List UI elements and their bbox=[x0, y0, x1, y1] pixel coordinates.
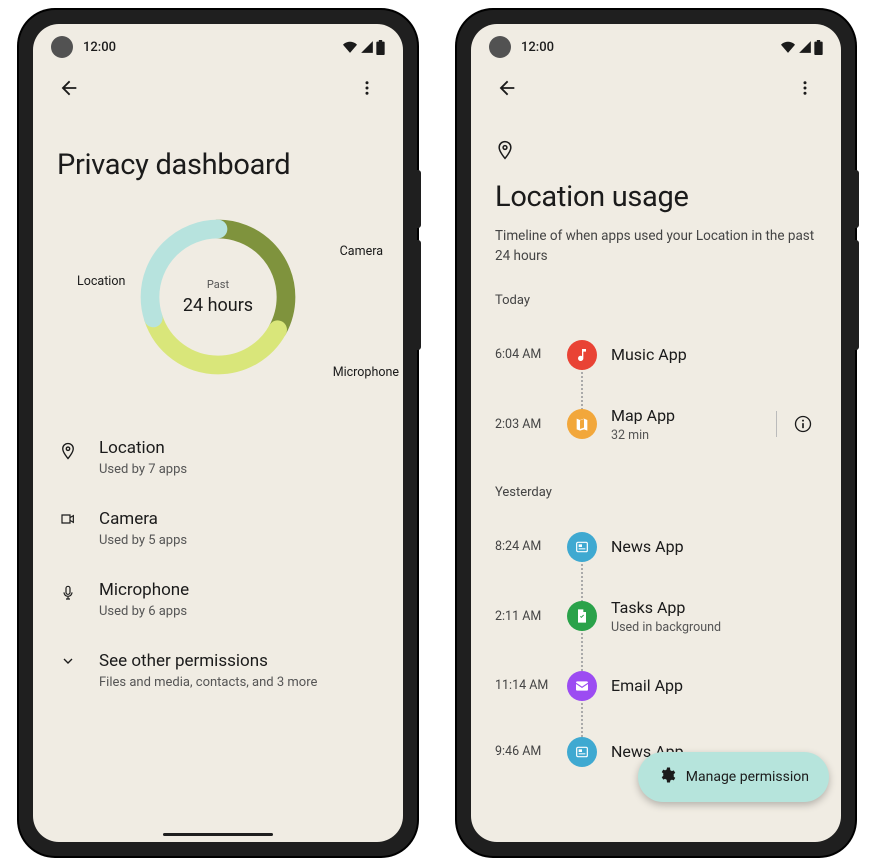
row-title: See other permissions bbox=[99, 651, 317, 671]
timeline-time: 9:46 AM bbox=[495, 744, 553, 759]
timeline-row-music[interactable]: 6:04 AM Music App bbox=[495, 334, 817, 376]
timeline-app-name: Map App bbox=[611, 406, 760, 425]
row-title: Camera bbox=[99, 509, 187, 529]
file-icon bbox=[574, 608, 590, 624]
usage-donut-chart: Camera Location Microphone Past 24 hours bbox=[57, 212, 379, 382]
chart-label-location: Location bbox=[77, 274, 125, 289]
row-subtitle: Used by 6 apps bbox=[99, 604, 189, 619]
info-button[interactable] bbox=[789, 410, 817, 438]
timeline-time: 6:04 AM bbox=[495, 347, 553, 362]
row-title: Location bbox=[99, 438, 187, 458]
row-subtitle: Used by 7 apps bbox=[99, 462, 187, 477]
timeline-time: 8:24 AM bbox=[495, 539, 553, 554]
more-vert-icon bbox=[796, 79, 814, 97]
phone-location-usage: 12:00 Location usage Timeline of when ap… bbox=[457, 10, 855, 856]
timeline-app-name: Email App bbox=[611, 676, 817, 695]
app-icon-news bbox=[567, 737, 597, 767]
chart-center-value: 24 hours bbox=[183, 295, 253, 316]
manage-permission-button[interactable]: Manage permission bbox=[638, 752, 829, 802]
news-icon bbox=[574, 539, 590, 555]
permission-row-microphone[interactable]: Microphone Used by 6 apps bbox=[57, 564, 379, 635]
phone-side-button bbox=[417, 240, 421, 350]
app-bar bbox=[33, 64, 403, 112]
location-pin-icon bbox=[495, 138, 817, 166]
permission-row-camera[interactable]: Camera Used by 5 apps bbox=[57, 493, 379, 564]
phone-privacy-dashboard: 12:00 Privacy d bbox=[19, 10, 417, 856]
phone-side-button bbox=[855, 240, 859, 350]
phone-side-button bbox=[855, 170, 859, 228]
app-icon-email bbox=[567, 671, 597, 701]
timeline-row-news[interactable]: 8:24 AM News App bbox=[495, 526, 817, 568]
wifi-icon bbox=[342, 40, 358, 54]
location-pin-icon bbox=[57, 438, 79, 462]
timeline-time: 2:03 AM bbox=[495, 417, 553, 432]
gear-icon bbox=[658, 766, 676, 788]
arrow-back-icon bbox=[58, 77, 80, 99]
arrow-back-icon bbox=[496, 77, 518, 99]
status-bar: 12:00 bbox=[33, 24, 403, 64]
back-button[interactable] bbox=[51, 70, 87, 106]
timeline-row-email[interactable]: 11:14 AM Email App bbox=[495, 665, 817, 707]
timeline-row-map[interactable]: 2:03 AM Map App 32 min bbox=[495, 400, 817, 449]
page-title: Privacy dashboard bbox=[57, 148, 379, 182]
microphone-icon bbox=[57, 580, 79, 604]
battery-icon bbox=[376, 40, 385, 55]
info-icon bbox=[793, 414, 813, 434]
back-button[interactable] bbox=[489, 70, 525, 106]
timeline-app-name: Music App bbox=[611, 345, 817, 364]
map-icon bbox=[574, 416, 590, 432]
permission-row-other[interactable]: See other permissions Files and media, c… bbox=[57, 635, 379, 706]
chart-center-caption: Past bbox=[207, 278, 229, 291]
timeline-app-name: Tasks App bbox=[611, 598, 817, 617]
status-time: 12:00 bbox=[521, 40, 554, 55]
row-subtitle: Files and media, contacts, and 3 more bbox=[99, 675, 317, 690]
section-header-today: Today bbox=[495, 293, 817, 308]
signal-icon bbox=[798, 40, 812, 54]
permission-row-location[interactable]: Location Used by 7 apps bbox=[57, 422, 379, 493]
divider bbox=[776, 411, 777, 437]
timeline-app-name: News App bbox=[611, 537, 817, 556]
timeline-time: 11:14 AM bbox=[495, 678, 553, 693]
app-bar bbox=[471, 64, 841, 112]
wifi-icon bbox=[780, 40, 796, 54]
manage-permission-label: Manage permission bbox=[686, 769, 809, 785]
app-icon-news bbox=[567, 532, 597, 562]
news-icon bbox=[574, 744, 590, 760]
mail-icon bbox=[574, 678, 590, 694]
page-title: Location usage bbox=[495, 180, 817, 214]
timeline-app-sub: Used in background bbox=[611, 620, 817, 635]
music-note-icon bbox=[574, 347, 590, 363]
overflow-menu-button[interactable] bbox=[787, 70, 823, 106]
row-subtitle: Used by 5 apps bbox=[99, 533, 187, 548]
app-icon-tasks bbox=[567, 601, 597, 631]
timeline-row-tasks[interactable]: 2:11 AM Tasks App Used in background bbox=[495, 592, 817, 641]
row-title: Microphone bbox=[99, 580, 189, 600]
home-indicator[interactable] bbox=[163, 833, 273, 836]
app-icon-map bbox=[567, 409, 597, 439]
overflow-menu-button[interactable] bbox=[349, 70, 385, 106]
battery-icon bbox=[814, 40, 823, 55]
phone-side-button bbox=[417, 170, 421, 228]
section-header-yesterday: Yesterday bbox=[495, 485, 817, 500]
signal-icon bbox=[360, 40, 374, 54]
chart-label-microphone: Microphone bbox=[333, 365, 399, 380]
timeline-time: 2:11 AM bbox=[495, 609, 553, 624]
timeline-app-sub: 32 min bbox=[611, 428, 760, 443]
more-vert-icon bbox=[358, 79, 376, 97]
chart-label-camera: Camera bbox=[340, 244, 383, 259]
page-subtitle: Timeline of when apps used your Location… bbox=[495, 226, 817, 267]
status-avatar bbox=[489, 36, 511, 58]
app-icon-music bbox=[567, 340, 597, 370]
chevron-down-icon bbox=[57, 651, 79, 669]
camera-icon bbox=[57, 509, 79, 527]
status-avatar bbox=[51, 36, 73, 58]
status-bar: 12:00 bbox=[471, 24, 841, 64]
status-time: 12:00 bbox=[83, 40, 116, 55]
